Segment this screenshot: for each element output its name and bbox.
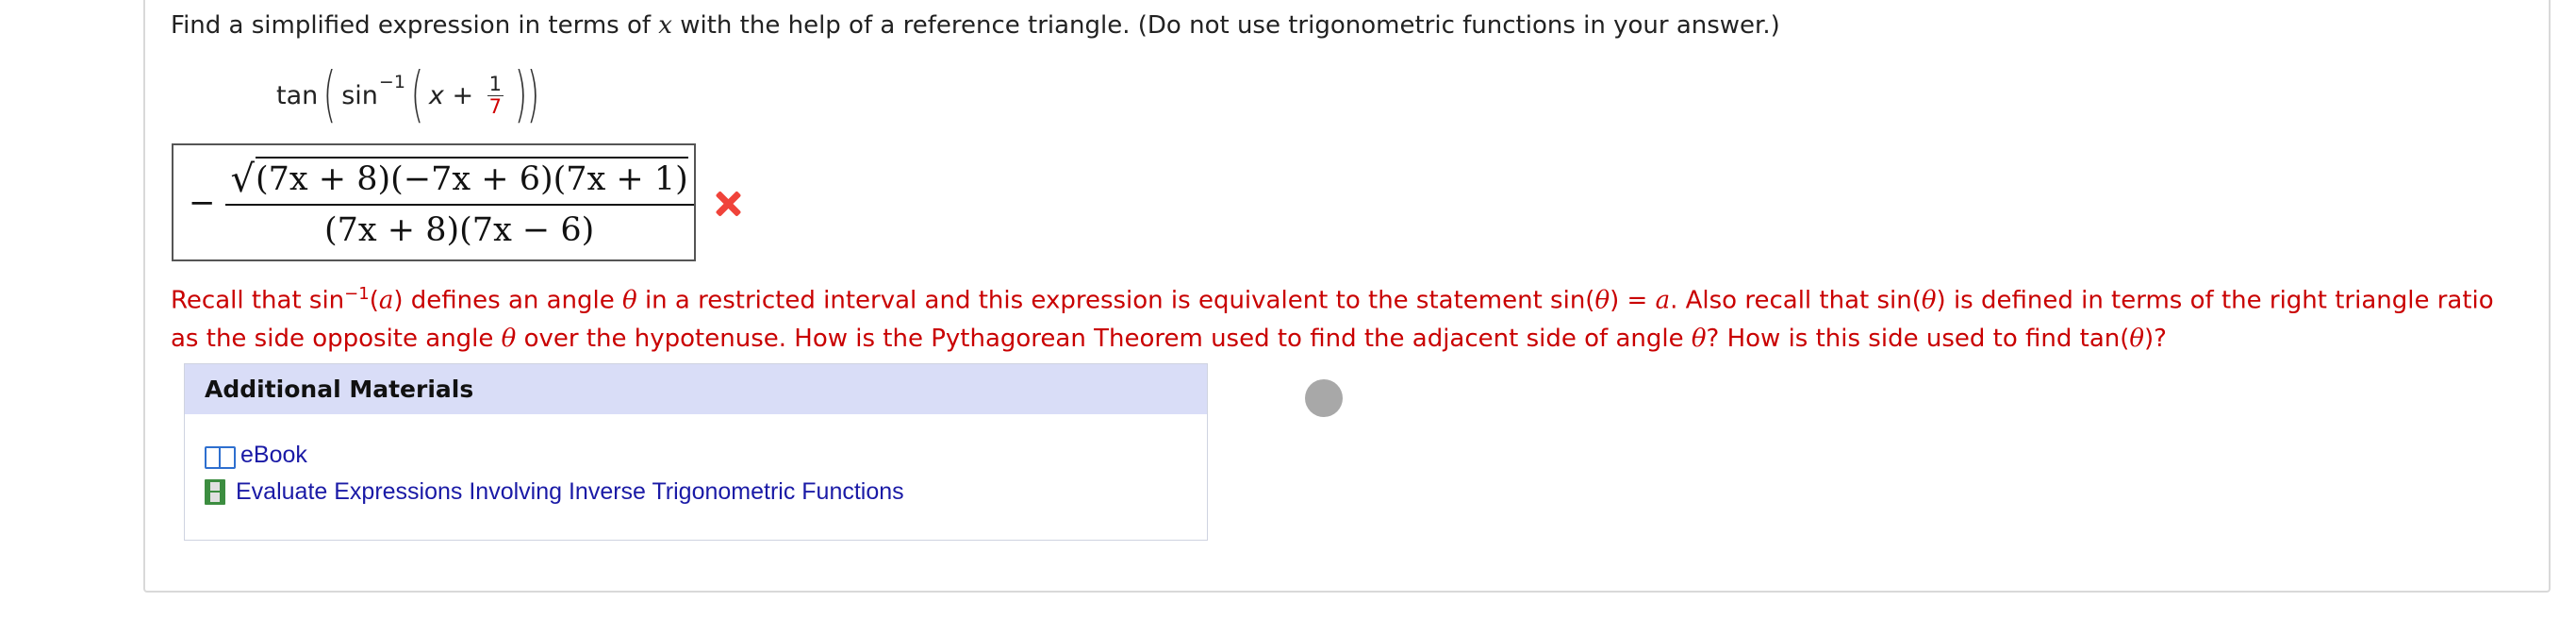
open-paren-inner: ( [410,60,424,130]
materials-item-video[interactable]: Evaluate Expressions Involving Inverse T… [205,478,904,506]
ebook-link[interactable]: eBook [240,442,307,469]
feedback-text: over the hypotenuse. How is the Pythagor… [516,324,1692,353]
prompt-variable: x [658,11,672,40]
answer-numerator: √ (7x + 8)(−7x + 6)(7x + 1) [224,156,694,206]
feedback-text: ? How is this side used to find tan( [1706,324,2130,353]
feedback-superscript: −1 [344,284,370,304]
feedback-theta: θ [1594,286,1610,315]
feedback-text: ) defines an angle [393,286,623,315]
inverse-superscript: −1 [378,72,405,92]
sin-function: sin [341,80,378,110]
answer-denominator: (7x + 8)(7x − 6) [323,210,595,249]
feedback-text: ( [369,286,379,315]
feedback-text: Recall that sin [171,286,345,315]
expr-variable: x [428,80,444,110]
feedback-hint: Recall that sin−1(a) defines an angle θ … [171,276,2528,358]
feedback-text: in a restricted interval and this expres… [636,286,1595,315]
feedback-theta: θ [622,286,637,315]
fraction-denominator: 7 [488,94,503,118]
incorrect-cross-icon [714,189,742,219]
answer-fraction: √ (7x + 8)(−7x + 6)(7x + 1) (7x + 8)(7x … [224,156,694,249]
materials-header: Additional Materials [185,364,1207,414]
given-expression: tan ( sin −1 ( x + 1 7 ) ) [276,57,545,134]
answer-sign: − [189,183,216,222]
feedback-theta: θ [1921,286,1937,315]
materials-item-ebook[interactable]: eBook [205,442,307,469]
feedback-var-a: a [1655,286,1671,315]
answer-box[interactable]: − √ (7x + 8)(−7x + 6)(7x + 1) (7x + 8)(7… [172,143,696,261]
film-icon [205,479,225,505]
question-prompt: Find a simplified expression in terms of… [171,11,1780,40]
open-paren: ( [322,60,337,130]
answer-radicand: (7x + 8)(−7x + 6)(7x + 1) [256,156,688,198]
square-root-icon: √ [230,157,256,201]
feedback-text: ) = [1610,286,1656,315]
fraction-numerator: 1 [487,72,504,96]
loading-dot-icon [1305,379,1343,417]
book-icon [205,444,236,469]
feedback-theta: θ [501,324,517,353]
feedback-text: . Also recall that sin( [1670,286,1922,315]
prompt-text-end: with the help of a reference triangle. (… [671,11,1780,40]
video-link[interactable]: Evaluate Expressions Involving Inverse T… [236,478,904,506]
prompt-text: Find a simplified expression in terms of [171,11,659,40]
expr-plus: + [443,80,482,110]
additional-materials: Additional Materials eBook Evaluate Expr… [184,363,1208,541]
close-paren: ) [526,60,540,130]
feedback-theta: θ [1691,324,1707,353]
tan-function: tan [276,80,319,110]
feedback-theta: θ [2129,324,2145,353]
close-paren-inner: ) [514,60,528,130]
fraction-one-seventh: 1 7 [487,74,504,117]
feedback-text: )? [2144,324,2167,353]
feedback-var-a: a [378,286,394,315]
